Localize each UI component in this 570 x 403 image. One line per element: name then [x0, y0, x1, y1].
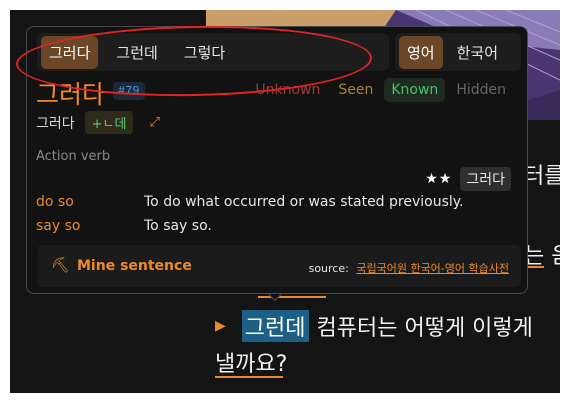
- lemma-row: 그러다 +ㄴ데 ⤢: [36, 111, 160, 134]
- popup-footer: ⛏ Mine sentence source: 국립국어원 한국어-영어 학습사…: [37, 245, 521, 287]
- subtitle-highlighted-word[interactable]: 그런데: [241, 310, 309, 342]
- subtitle-line-2[interactable]: 낼까요?: [215, 346, 287, 378]
- background-subtitle-a: 터를: [524, 164, 560, 189]
- lemma: 그러다: [36, 115, 75, 132]
- status-known[interactable]: Known: [384, 78, 446, 102]
- form-chip: 그러다: [460, 167, 511, 191]
- frequency-row: ★★ 그러다: [425, 167, 511, 191]
- subtitle-rest[interactable]: 컴퓨터는 어떻게 이렇게: [317, 310, 533, 342]
- language-tabs: 영어 한국어: [395, 33, 521, 71]
- definition-text: To say so.: [144, 218, 212, 234]
- definition-term: say so: [36, 218, 81, 234]
- definition-text: To do what occurred or was stated previo…: [144, 194, 464, 210]
- definition-row: do so To do what occurred or was stated …: [36, 194, 464, 210]
- status-seen[interactable]: Seen: [331, 78, 380, 102]
- definition-term: do so: [36, 194, 74, 210]
- expand-arrows-icon[interactable]: ⤢: [149, 115, 159, 130]
- mine-sentence-button[interactable]: Mine sentence: [77, 258, 192, 274]
- word-underline: [215, 376, 283, 378]
- source-link[interactable]: 국립국어원 한국어-영어 학습사전: [356, 262, 509, 275]
- language-tab-korean[interactable]: 한국어: [449, 36, 506, 69]
- source-attribution: source: 국립국어원 한국어-영어 학습사전: [309, 260, 509, 276]
- star-rating-icon: ★★: [425, 171, 453, 187]
- language-tab-english[interactable]: 영어: [399, 35, 443, 69]
- popup-anchor-underline: [258, 296, 326, 298]
- subtitle-line-1: ▶ 그런데 컴퓨터는 어떻게 이렇게: [215, 310, 533, 342]
- pickaxe-icon[interactable]: ⛏: [51, 256, 70, 274]
- definition-row: say so To say so.: [36, 218, 212, 234]
- part-of-speech: Action verb: [36, 149, 111, 164]
- play-triangle-icon[interactable]: ▶: [215, 318, 226, 334]
- source-prefix: source:: [308, 262, 349, 275]
- grammar-ending-badge: +ㄴ데: [84, 111, 134, 134]
- status-hidden[interactable]: Hidden: [449, 78, 513, 102]
